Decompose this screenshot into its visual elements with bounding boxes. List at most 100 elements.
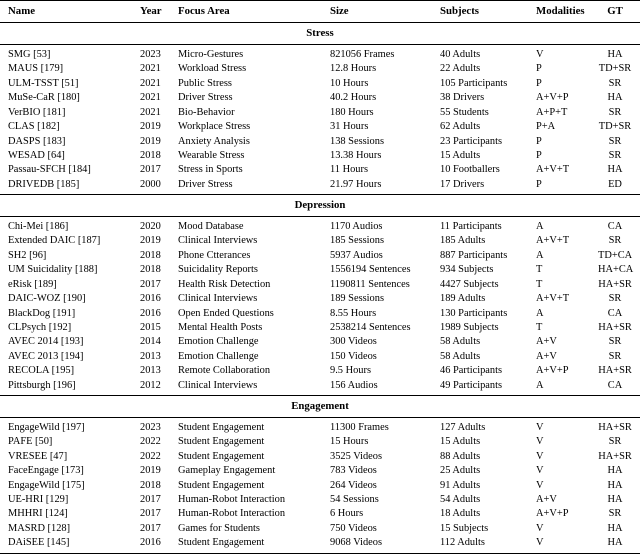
section-title: Stress <box>306 26 334 39</box>
table-row: UE-HRI [129] 2017 Human-Robot Interaction 5… <box>0 492 640 506</box>
dataset-table-container: Name Year Focus Area Size Subjects Modalities… <box>0 0 640 554</box>
column-header-subjects: Subjects <box>440 5 479 17</box>
cell-focus: Driver Stress <box>178 178 233 190</box>
cell-gt: HA <box>607 479 623 491</box>
cell-subjects: 130 Participants <box>440 307 508 319</box>
cell-subjects: 10 Footballers <box>440 164 500 176</box>
cell-focus: Workload Stress <box>178 63 247 75</box>
cell-year: 2020 <box>140 220 161 232</box>
cell-name: CLPsych [192] <box>8 321 72 333</box>
cell-size: 821056 Frames <box>330 48 395 60</box>
table-row: SH2 [96] 2018 Phone Ctterances 5937 Audios 8… <box>0 248 640 262</box>
cell-focus: Micro-Gestures <box>178 48 244 60</box>
cell-size: 9068 Videos <box>330 537 383 549</box>
cell-name: Extended DAIC [187] <box>8 235 101 247</box>
cell-subjects: 127 Adults <box>440 421 486 433</box>
table-row: UM Suicidality [188] 2018 Suicidality Repo… <box>0 263 640 277</box>
cell-subjects: 887 Participants <box>440 249 508 261</box>
cell-subjects: 62 Adults <box>440 121 481 133</box>
cell-modalities: V <box>536 436 544 448</box>
cell-gt: CA <box>607 220 623 232</box>
column-header-gt: GT <box>607 5 623 17</box>
cell-year: 2021 <box>140 92 161 104</box>
cell-modalities: V <box>536 465 544 477</box>
cell-size: 1190811 Sentences <box>330 278 410 290</box>
cell-size: 1556194 Sentences <box>330 264 411 276</box>
cell-modalities: P <box>536 63 542 75</box>
table-row: BlackDog [191] 2016 Open Ended Questions 8.… <box>0 306 640 320</box>
cell-focus: Public Stress <box>178 77 232 89</box>
cell-gt: SR <box>608 350 622 362</box>
cell-name: AVEC 2014 [193] <box>8 336 84 348</box>
cell-gt: HA+SR <box>598 450 632 462</box>
cell-size: 150 Videos <box>330 350 377 362</box>
table-row: VRESEE [47] 2022 Student Engagement 3525 Vi… <box>0 449 640 463</box>
cell-focus: Student Engagement <box>178 479 265 491</box>
cell-subjects: 17 Drivers <box>440 178 485 190</box>
cell-gt: HA <box>607 164 623 176</box>
cell-subjects: 105 Participants <box>440 77 508 89</box>
cell-modalities: V <box>536 479 544 491</box>
cell-gt: SR <box>608 149 622 161</box>
cell-subjects: 54 Adults <box>440 493 481 505</box>
cell-year: 2018 <box>140 479 161 491</box>
table-row: MASRD [128] 2017 Games for Students 750 Vid… <box>0 521 640 535</box>
cell-modalities: A+V <box>536 336 557 348</box>
cell-size: 54 Sessions <box>330 493 379 505</box>
cell-year: 2013 <box>140 350 161 362</box>
cell-subjects: 11 Participants <box>440 220 502 232</box>
cell-focus: Gameplay Engagement <box>178 465 276 477</box>
cell-year: 2017 <box>140 278 161 290</box>
cell-gt: CA <box>607 307 623 319</box>
cell-name: MHHRI [124] <box>8 508 68 520</box>
cell-focus: Open Ended Questions <box>178 307 274 319</box>
cell-subjects: 40 Adults <box>440 48 481 60</box>
cell-focus: Mental Health Posts <box>178 321 263 333</box>
table-row: EngageWild [175] 2018 Student Engagement 26… <box>0 478 640 492</box>
table-header-row: Name Year Focus Area Size Subjects Modalities… <box>0 1 640 23</box>
cell-subjects: 25 Adults <box>440 465 481 477</box>
cell-gt: HA+SR <box>598 321 632 333</box>
column-header-size: Size <box>330 5 349 17</box>
cell-focus: Student Engagement <box>178 421 265 433</box>
table-row: MuSe-CaR [180] 2021 Driver Stress 40.2 Hour… <box>0 91 640 105</box>
cell-focus: Games for Students <box>178 522 260 534</box>
table-row: DASPS [183] 2019 Anxiety Analysis 138 Sessi… <box>0 134 640 148</box>
cell-size: 11 Hours <box>330 164 369 176</box>
cell-name: UE-HRI [129] <box>8 493 69 505</box>
cell-focus: Human-Robot Interaction <box>178 508 286 520</box>
table-row: VerBIO [181] 2021 Bio-Behavior 180 Hours 55 … <box>0 105 640 119</box>
cell-focus: Anxiety Analysis <box>178 135 250 147</box>
table-row: SMG [53] 2023 Micro-Gestures 821056 Frames 4… <box>0 45 640 62</box>
cell-size: 15 Hours <box>330 436 369 448</box>
cell-size: 40.2 Hours <box>330 92 377 104</box>
cell-year: 2013 <box>140 365 161 377</box>
cell-subjects: 15 Adults <box>440 149 481 161</box>
cell-subjects: 189 Adults <box>440 293 486 305</box>
column-header-focus: Focus Area <box>178 5 230 17</box>
cell-year: 2017 <box>140 164 161 176</box>
cell-subjects: 15 Subjects <box>440 522 489 534</box>
cell-gt: HA <box>607 522 623 534</box>
cell-year: 2021 <box>140 63 161 75</box>
cell-subjects: 38 Drivers <box>440 92 485 104</box>
cell-focus: Student Engagement <box>178 450 265 462</box>
cell-focus: Clinical Interviews <box>178 293 258 305</box>
cell-size: 12.8 Hours <box>330 63 377 75</box>
cell-subjects: 55 Students <box>440 106 489 118</box>
cell-size: 156 Audios <box>330 379 378 391</box>
cell-modalities: V <box>536 421 544 433</box>
cell-focus: Health Risk Detection <box>178 278 271 290</box>
cell-gt: SR <box>608 135 622 147</box>
cell-subjects: 1989 Subjects <box>440 321 499 333</box>
cell-modalities: P <box>536 135 542 147</box>
table-row: AVEC 2014 [193] 2014 Emotion Challenge 300 … <box>0 335 640 349</box>
cell-size: 11300 Frames <box>330 421 389 433</box>
cell-name: MAUS [179] <box>8 63 64 75</box>
cell-year: 2014 <box>140 336 161 348</box>
table-row: DRIVEDB [185] 2000 Driver Stress 21.97 Hour… <box>0 177 640 195</box>
cell-gt: SR <box>608 293 622 305</box>
cell-subjects: 49 Participants <box>440 379 503 391</box>
cell-gt: SR <box>608 436 622 448</box>
cell-subjects: 934 Subjects <box>440 264 494 276</box>
